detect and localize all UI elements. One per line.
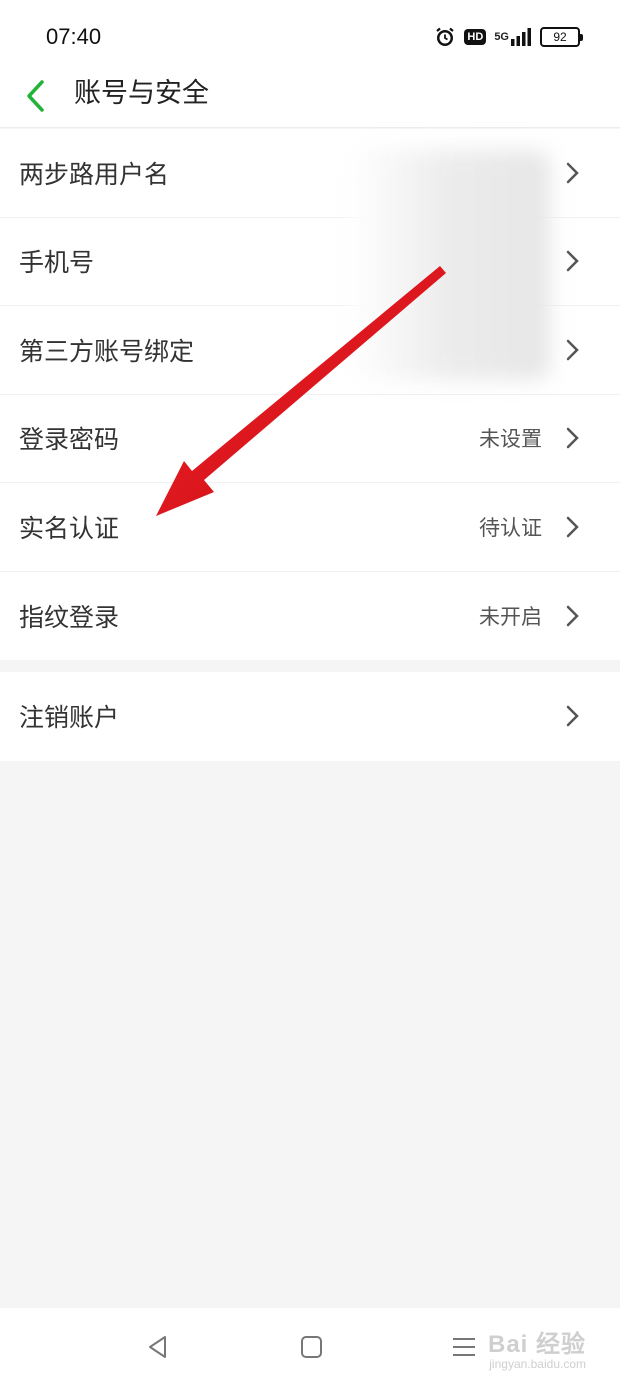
chevron-right-icon bbox=[566, 605, 579, 626]
row-label: 实名认证 bbox=[19, 513, 120, 543]
status-time: 07:40 bbox=[46, 24, 102, 49]
row-label: 登录密码 bbox=[19, 425, 120, 455]
chevron-right-icon bbox=[566, 428, 579, 449]
battery-icon: 92 bbox=[540, 27, 583, 47]
row-delete-account[interactable]: 注销账户 bbox=[0, 672, 620, 761]
network-label: 5G bbox=[494, 31, 509, 43]
watermark-sub: jingyan.baidu.com bbox=[489, 1357, 586, 1371]
row-label: 第三方账号绑定 bbox=[19, 336, 195, 366]
row-label: 两步路用户名 bbox=[19, 159, 170, 189]
row-label: 注销账户 bbox=[19, 703, 120, 733]
row-label: 手机号 bbox=[19, 248, 95, 278]
row-label: 指纹登录 bbox=[19, 602, 120, 632]
row-value: 未设置 bbox=[479, 427, 542, 452]
account-deletion-section: 注销账户 bbox=[0, 672, 620, 761]
chevron-left-icon bbox=[27, 80, 44, 112]
chevron-right-icon bbox=[566, 706, 579, 727]
page-title: 账号与安全 bbox=[74, 78, 209, 109]
row-value: 待认证 bbox=[479, 515, 542, 540]
5g-signal-icon: 5G bbox=[494, 27, 532, 47]
hd-icon: HD bbox=[464, 29, 487, 45]
chevron-right-icon bbox=[566, 339, 579, 360]
back-triangle-icon[interactable] bbox=[143, 1332, 173, 1362]
battery-level: 92 bbox=[553, 30, 567, 44]
row-login-password[interactable]: 登录密码 未设置 bbox=[0, 394, 620, 483]
chevron-right-icon bbox=[566, 251, 579, 272]
system-nav-bar: Bai 经验 jingyan.baidu.com bbox=[0, 1308, 620, 1386]
chevron-right-icon bbox=[566, 516, 579, 537]
watermark-main: Bai 经验 bbox=[487, 1331, 586, 1358]
status-icons: HD 5G 92 bbox=[434, 24, 583, 50]
row-fingerprint-login[interactable]: 指纹登录 未开启 bbox=[0, 571, 620, 660]
chevron-right-icon bbox=[566, 162, 579, 183]
baidu-watermark: Bai 经验 jingyan.baidu.com bbox=[488, 1324, 586, 1371]
alarm-icon bbox=[434, 26, 456, 48]
redacted-values-blur bbox=[348, 150, 550, 380]
row-value: 未开启 bbox=[479, 604, 542, 629]
back-button[interactable] bbox=[20, 76, 56, 116]
header-bar: 账号与安全 bbox=[0, 72, 620, 128]
home-square-icon[interactable] bbox=[296, 1332, 326, 1362]
row-real-name-verification[interactable]: 实名认证 待认证 bbox=[0, 483, 620, 572]
status-bar: 07:40 HD 5G 92 bbox=[0, 0, 620, 72]
menu-lines-icon[interactable] bbox=[450, 1332, 480, 1362]
